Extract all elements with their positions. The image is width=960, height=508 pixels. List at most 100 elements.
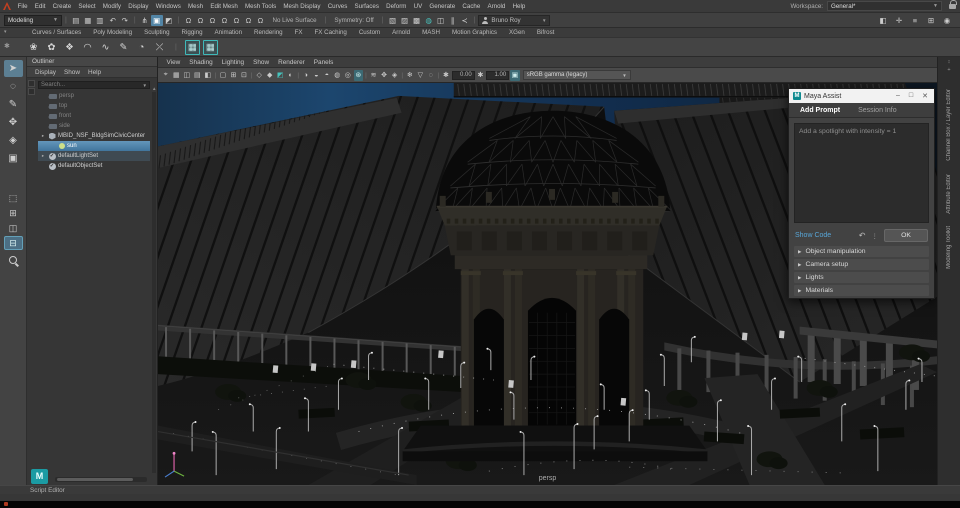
shelf-gear-icon[interactable]: ✱ [4,42,10,50]
move-tool[interactable]: ✥ [4,114,23,131]
outliner-item-defaultobjectset[interactable]: ✓defaultObjectSet [38,161,157,171]
outliner-item-mbid_nsf_bldgsimciviccenter[interactable]: ▸MBID_NSF_BldgSimCivicCenter [38,131,157,141]
more-options-icon[interactable]: ⋮ [872,232,879,240]
resolution-gate-icon[interactable]: ▤ [193,70,203,81]
greasepencil-icon[interactable]: ◌ [426,70,436,81]
outliner-search-input[interactable]: Search...▼ [38,81,150,89]
shelf-tab-rigging[interactable]: Rigging [176,29,209,37]
exposure-icon[interactable]: ✱ [441,70,451,81]
shelf-tab-rendering[interactable]: Rendering [248,29,289,37]
outliner-item-persp[interactable]: persp [38,91,157,101]
snap-curve-icon[interactable]: Ω [194,15,206,26]
snap-to-view-icon[interactable]: ⌖ [161,70,171,81]
shelf-tab-arnold[interactable]: Arnold [386,29,416,37]
shelf-highlight-icon-1[interactable]: ▦ [185,40,200,55]
exposure-field[interactable]: 0.00 [452,71,475,80]
open-scene-icon[interactable]: ▦ [82,15,94,26]
rightbar-tab-attribute-editor[interactable]: Attribute Editor [946,174,952,214]
safe-action-icon[interactable]: ⊞ [229,70,239,81]
shelf-tab-fx[interactable]: FX [289,29,309,37]
ok-button[interactable]: OK [884,229,928,242]
menu-mesh-tools[interactable]: Mesh Tools [241,3,279,10]
menu-arnold[interactable]: Arnold [484,3,509,10]
menu-windows[interactable]: Windows [152,3,184,10]
outliner-toggle-icon-2[interactable] [28,88,35,95]
gamma-icon[interactable]: ✱ [476,70,486,81]
assist-tab-session-info[interactable]: Session Info [849,104,906,117]
assist-titlebar[interactable]: M Maya Assist –□✕ [789,89,934,103]
cv-curve-icon[interactable]: ◠ [80,40,95,55]
shelf-tab-poly-modeling[interactable]: Poly Modeling [87,29,138,37]
gamma-field[interactable]: 1.00 [486,71,509,80]
pencil-curve-icon[interactable]: ✎ [116,40,131,55]
menu-modify[interactable]: Modify [99,3,124,10]
prompt-input[interactable]: Add a spotlight with intensity = 1 [794,123,929,223]
outliner-menu-show[interactable]: Show [60,69,84,76]
film-gate-icon[interactable]: ◫ [182,70,192,81]
motion-blur-icon[interactable]: ◓ [322,70,332,81]
pause-icon[interactable]: ∥ [447,15,459,26]
select-object-icon[interactable]: ▣ [151,15,163,26]
outliner-item-front[interactable]: front [38,111,157,121]
outliner-menu-help[interactable]: Help [84,69,105,76]
shelf-tab-mash[interactable]: MASH [416,29,446,37]
assist-section-materials[interactable]: ▶Materials [794,285,929,296]
selection-highlight-icon[interactable]: ◈ [390,70,400,81]
lights-icon[interactable]: ◐ [286,70,296,81]
maya-assist-window[interactable]: M Maya Assist –□✕ Add PromptSession Info… [788,88,935,299]
scale-tool[interactable]: ▣ [4,150,23,167]
joints-xray-icon[interactable]: ✥ [379,70,389,81]
viewport-canvas[interactable]: persp M Maya Assist –□✕ Add PromptSessio… [158,83,937,485]
new-scene-icon[interactable]: ▤ [70,15,82,26]
close-button[interactable]: ✕ [922,92,928,100]
maya-logo-badge[interactable]: M [31,469,48,484]
undo-icon[interactable]: ↶ [107,15,119,26]
menu-deform[interactable]: Deform [383,3,410,10]
outliner-hscrollbar[interactable] [55,477,147,482]
shelf-tab-custom[interactable]: Custom [353,29,386,37]
menu-surfaces[interactable]: Surfaces [351,3,383,10]
plugin-shapes-icon[interactable]: ❄ [405,70,415,81]
shelf-menu-icon[interactable]: ▾ [4,29,7,35]
sidebar-tool-settings-icon[interactable]: ✛ [893,15,905,26]
nurbs-sphere-icon[interactable]: ❀ [26,40,41,55]
view-transform-icon[interactable]: ▣ [510,70,520,81]
show-code-link[interactable]: Show Code [795,232,831,239]
outliner-item-sun[interactable]: sun [38,141,150,151]
layout-single-pane[interactable]: ⬚ [4,191,23,205]
no-live-surface-label[interactable]: No Live Surface [267,17,321,24]
viewport-menu-show[interactable]: Show [249,59,274,66]
select-component-icon[interactable]: ◩ [163,15,175,26]
assist-section-object-manipulation[interactable]: ▶Object manipulation [794,246,929,257]
arc-tool-icon[interactable]: ◔ [134,40,149,55]
menu-uv[interactable]: UV [410,3,426,10]
undo-prompt-icon[interactable]: ↶ [859,231,866,240]
ipr-render-icon[interactable]: ▨ [399,15,411,26]
viewport-menu-lighting[interactable]: Lighting [217,59,248,66]
curve-edit-icon[interactable]: ⤫ [152,40,167,55]
sidebar-attr-editor-icon[interactable]: ◧ [877,15,889,26]
menu-help[interactable]: Help [509,3,529,10]
menu-curves[interactable]: Curves [324,3,351,10]
rotate-tool[interactable]: ◈ [4,132,23,149]
rightbar-tab-modeling-toolkit[interactable]: Modeling Toolkit [946,226,952,269]
assist-section-camera-setup[interactable]: ▶Camera setup [794,259,929,270]
minimize-button[interactable]: – [896,92,900,100]
depth-of-field-icon[interactable]: ◎ [343,70,353,81]
menu-file[interactable]: File [14,3,31,10]
maximize-button[interactable]: □ [909,92,913,100]
menu-display[interactable]: Display [125,3,152,10]
shadows-icon[interactable]: ◑ [301,70,311,81]
xray-icon[interactable]: ≋ [369,70,379,81]
shelf-tab-bifrost[interactable]: Bifrost [531,29,561,37]
nurbs-plane-icon[interactable]: ❖ [62,40,77,55]
snap-projected-center-icon[interactable]: Ω [218,15,230,26]
menu-mesh[interactable]: Mesh [184,3,206,10]
outliner-item-top[interactable]: top [38,101,157,111]
grid-icon[interactable]: ▦ [172,70,182,81]
menu-edit[interactable]: Edit [31,3,49,10]
menu-set-selector[interactable]: Modeling▼ [4,15,62,26]
snap-view-plane-icon[interactable]: Ω [230,15,242,26]
expand-icon[interactable]: ▸ [40,153,46,159]
layout-hypergraph[interactable]: ⊟ [4,236,23,250]
